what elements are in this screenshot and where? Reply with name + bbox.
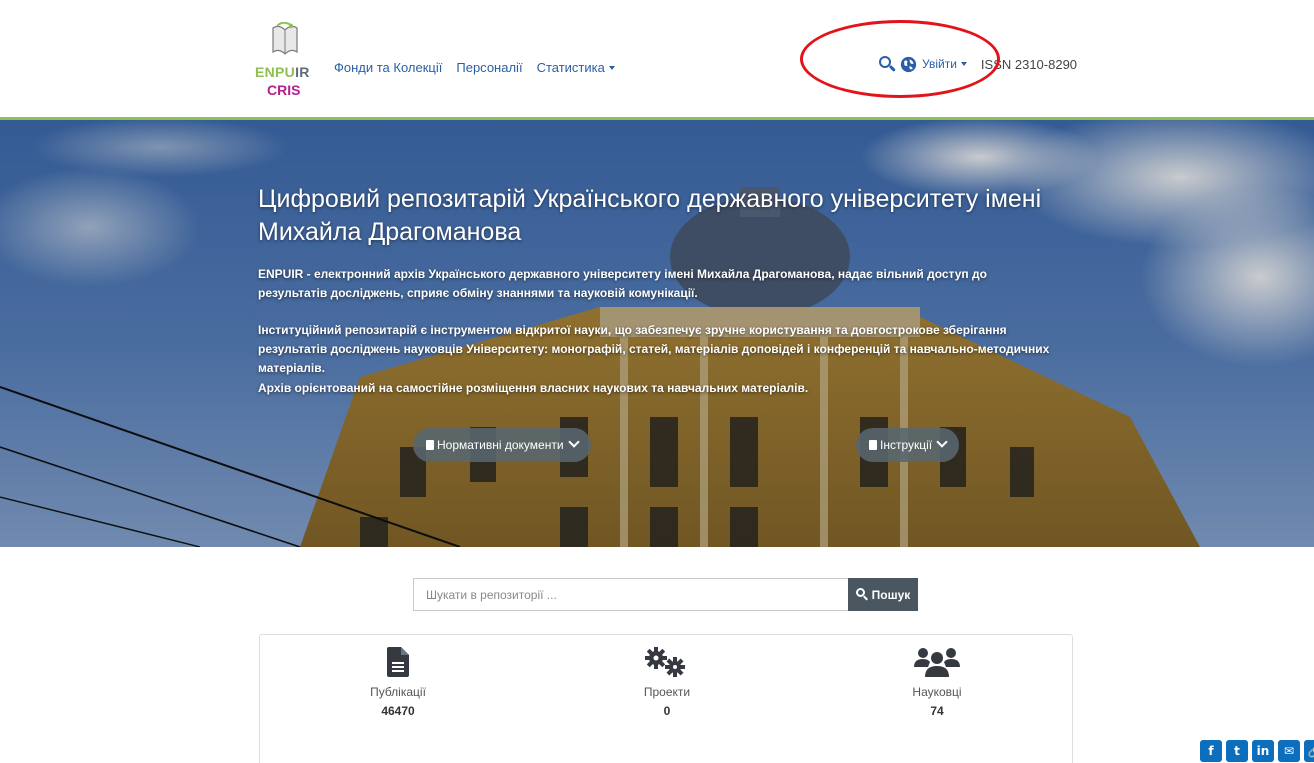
linkedin-icon[interactable]: in <box>1252 740 1274 762</box>
hero-banner: Цифровий репозитарій Українського держав… <box>0 117 1314 547</box>
logo-text-enpuir: ENPUIR <box>255 64 310 80</box>
gears-icon <box>645 647 685 677</box>
repository-search: Пошук <box>413 578 918 611</box>
email-icon[interactable]: ✉ <box>1278 740 1300 762</box>
stat-projects[interactable]: Проекти 0 <box>567 635 767 718</box>
chevron-down-icon <box>936 436 948 448</box>
nav-statistics-label: Статистика <box>536 60 605 75</box>
stat-researchers[interactable]: Науковці 74 <box>837 635 1037 718</box>
hero-accent-line <box>0 117 1314 120</box>
users-icon <box>914 648 960 677</box>
header-right-nav: Увійти ISSN 2310-8290 <box>878 55 1077 73</box>
login-label: Увійти <box>922 57 957 71</box>
search-input[interactable] <box>413 578 848 611</box>
stat-projects-value: 0 <box>663 704 671 718</box>
caret-down-icon <box>608 65 615 70</box>
link-icon[interactable]: 🔗 <box>1304 740 1314 762</box>
facebook-icon[interactable]: f <box>1200 740 1222 762</box>
regulatory-documents-button[interactable]: Нормативні документи <box>413 428 591 462</box>
stat-researchers-value: 74 <box>930 704 944 718</box>
search-button[interactable]: Пошук <box>848 578 918 611</box>
site-logo[interactable]: ENPUIR CRIS <box>255 22 311 118</box>
nav-statistics[interactable]: Статистика <box>537 60 615 75</box>
hero-title: Цифровий репозитарій Українського держав… <box>258 185 1042 246</box>
chevron-down-icon <box>567 436 580 448</box>
stats-panel: Публікації 46470 Проекти 0 Науковці 74 <box>259 634 1073 763</box>
stat-publications-label: Публікації <box>370 685 426 699</box>
search-button-label: Пошук <box>871 587 911 602</box>
globe-icon[interactable] <box>900 56 917 73</box>
book-icon <box>869 440 877 450</box>
site-header: ENPUIR CRIS Фонди та Колекції Персоналії… <box>0 0 1314 118</box>
share-toolbar: f t in ✉ 🔗 + <box>1200 740 1314 762</box>
logo-book-icon <box>272 22 298 55</box>
search-icon <box>855 588 869 601</box>
instructions-button[interactable]: Інструкції <box>856 428 960 462</box>
main-nav: Фонди та Колекції Персоналії Статистика <box>334 60 629 75</box>
nav-researchers[interactable]: Персоналії <box>456 60 522 75</box>
hero-paragraph-3: Архів орієнтований на самостійне розміще… <box>258 381 809 395</box>
issn-label: ISSN 2310-8290 <box>980 56 1078 72</box>
twitter-icon[interactable]: t <box>1226 740 1248 762</box>
hero-paragraph-2: Інституційний репозитарій є інструментом… <box>258 323 1050 375</box>
instructions-label: Інструкції <box>880 438 933 452</box>
file-icon <box>426 440 434 450</box>
stat-publications[interactable]: Публікації 46470 <box>298 635 498 718</box>
login-dropdown[interactable]: Увійти <box>922 57 967 71</box>
regulatory-documents-label: Нормативні документи <box>437 438 564 452</box>
caret-down-icon <box>960 61 967 66</box>
hero-paragraph-1: ENPUIR - електронний архів Українського … <box>258 267 987 300</box>
logo-text-cris: CRIS <box>267 82 301 98</box>
search-icon[interactable] <box>878 55 896 73</box>
document-icon <box>387 647 409 677</box>
nav-collections[interactable]: Фонди та Колекції <box>334 60 442 75</box>
stat-researchers-label: Науковці <box>912 685 962 699</box>
stat-publications-value: 46470 <box>381 704 415 718</box>
stat-projects-label: Проекти <box>643 685 691 699</box>
